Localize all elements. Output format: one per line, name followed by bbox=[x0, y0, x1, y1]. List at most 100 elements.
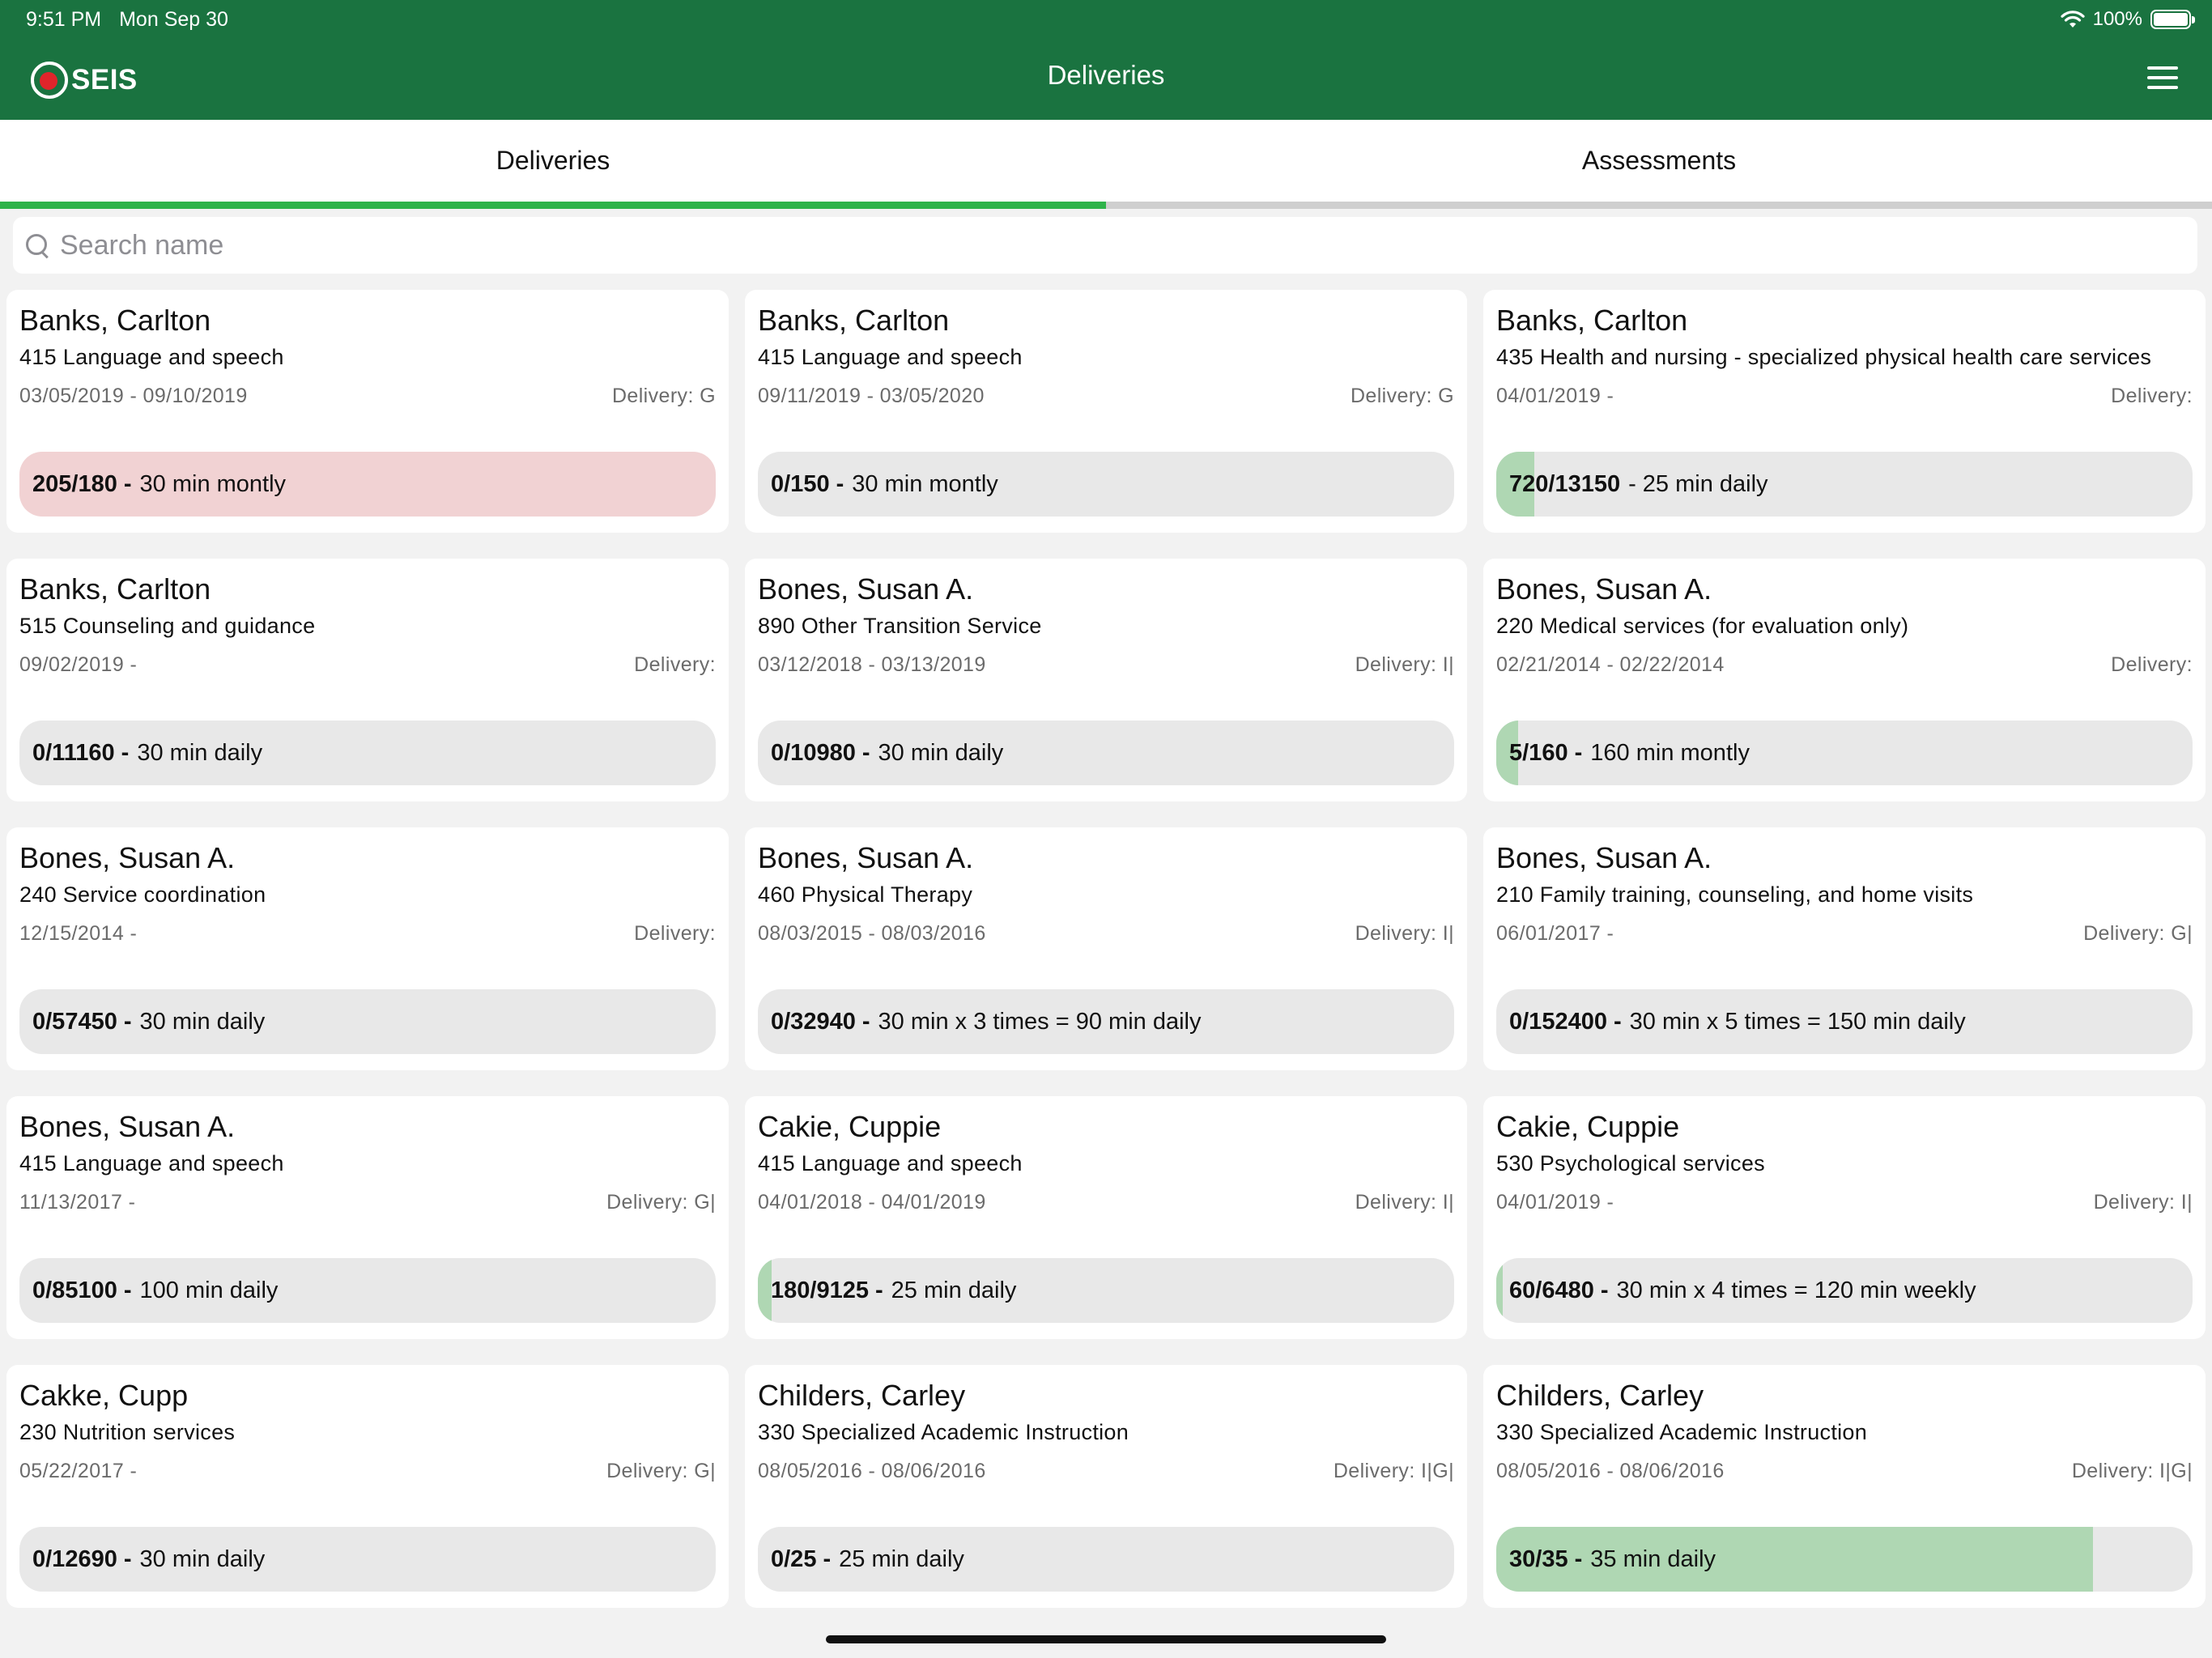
delivery-card[interactable]: Banks, Carlton 515 Counseling and guidan… bbox=[6, 559, 729, 801]
student-name: Bones, Susan A. bbox=[758, 841, 974, 874]
card-meta: 08/05/2016 - 08/06/2016 Delivery: I|G| bbox=[1496, 1460, 2193, 1483]
date-range: 03/05/2019 - 09/10/2019 bbox=[19, 384, 248, 407]
status-time: 9:51 PM bbox=[26, 7, 102, 31]
student-name: Cakke, Cupp bbox=[19, 1379, 189, 1412]
delivery-card[interactable]: Banks, Carlton 415 Language and speech 0… bbox=[745, 290, 1467, 533]
service-name: 230 Nutrition services bbox=[19, 1419, 236, 1444]
student-name: Bones, Susan A. bbox=[19, 841, 236, 874]
progress-label: 205/180 - 30 min montly bbox=[32, 452, 286, 517]
date-range: 08/05/2016 - 08/06/2016 bbox=[758, 1459, 986, 1482]
delivery-card[interactable]: Bones, Susan A. 220 Medical services (fo… bbox=[1483, 559, 2206, 801]
tab-deliveries[interactable]: Deliveries bbox=[0, 120, 1106, 209]
card-meta: 05/22/2017 - Delivery: G| bbox=[19, 1460, 716, 1483]
delivery-card[interactable]: Banks, Carlton 435 Health and nursing - … bbox=[1483, 290, 2206, 533]
progress-bar: 720/13150 - 25 min daily bbox=[1496, 452, 2193, 517]
card-meta: 02/21/2014 - 02/22/2014 Delivery: bbox=[1496, 653, 2193, 677]
student-name: Bones, Susan A. bbox=[1496, 841, 1712, 874]
delivery-type: Delivery: I|G| bbox=[1333, 1459, 1454, 1482]
minutes-frequency: 100 min daily bbox=[139, 1277, 279, 1303]
delivery-card[interactable]: Childers, Carley 330 Specialized Academi… bbox=[1483, 1365, 2206, 1608]
delivery-card[interactable]: Bones, Susan A. 210 Family training, cou… bbox=[1483, 827, 2206, 1070]
wifi-icon bbox=[2061, 11, 2085, 28]
delivery-type: Delivery: G bbox=[611, 384, 716, 407]
service-name: 435 Health and nursing - specialized phy… bbox=[1496, 344, 2152, 369]
date-range: 06/01/2017 - bbox=[1496, 921, 1614, 945]
battery-icon bbox=[2150, 10, 2195, 29]
date-range: 04/01/2019 - bbox=[1496, 1190, 1614, 1214]
date-range: 04/01/2019 - bbox=[1496, 384, 1614, 407]
status-bar-left: 9:51 PM Mon Sep 30 bbox=[26, 8, 228, 31]
app-header: 9:51 PM Mon Sep 30 100% SEIS Deliveries bbox=[0, 0, 2212, 120]
card-meta: 04/01/2019 - Delivery: I| bbox=[1496, 1191, 2193, 1214]
progress-bar: 5/160 - 160 min montly bbox=[1496, 721, 2193, 785]
search-input[interactable] bbox=[60, 229, 2165, 261]
delivery-card[interactable]: Bones, Susan A. 240 Service coordination… bbox=[6, 827, 729, 1070]
minutes-frequency: 30 min montly bbox=[852, 470, 998, 497]
card-meta: 09/02/2019 - Delivery: bbox=[19, 653, 716, 677]
progress-bar: 60/6480 - 30 min x 4 times = 120 min wee… bbox=[1496, 1258, 2193, 1323]
minutes-count: 0/10980 - bbox=[771, 739, 870, 766]
delivery-card[interactable]: Bones, Susan A. 890 Other Transition Ser… bbox=[745, 559, 1467, 801]
search-bar bbox=[13, 217, 2197, 274]
card-meta: 12/15/2014 - Delivery: bbox=[19, 922, 716, 946]
progress-bar: 180/9125 - 25 min daily bbox=[758, 1258, 1454, 1323]
minutes-frequency: 25 min daily bbox=[839, 1545, 964, 1572]
minutes-frequency: 25 min daily bbox=[891, 1277, 1017, 1303]
delivery-card[interactable]: Cakie, Cuppie 415 Language and speech 04… bbox=[745, 1096, 1467, 1339]
delivery-type: Delivery: I|G| bbox=[2071, 1459, 2193, 1482]
progress-label: 0/10980 - 30 min daily bbox=[771, 721, 1003, 785]
minutes-count: 5/160 - bbox=[1509, 739, 1583, 766]
deliveries-grid: Banks, Carlton 415 Language and speech 0… bbox=[6, 290, 2206, 1608]
delivery-type: Delivery: bbox=[2111, 653, 2193, 676]
service-name: 415 Language and speech bbox=[19, 344, 284, 369]
service-name: 515 Counseling and guidance bbox=[19, 613, 316, 638]
status-date: Mon Sep 30 bbox=[119, 7, 228, 31]
student-name: Childers, Carley bbox=[758, 1379, 966, 1412]
minutes-frequency: 30 min daily bbox=[139, 1008, 266, 1035]
progress-label: 60/6480 - 30 min x 4 times = 120 min wee… bbox=[1509, 1258, 1976, 1323]
minutes-count: 720/13150 bbox=[1509, 470, 1621, 497]
delivery-card[interactable]: Bones, Susan A. 460 Physical Therapy 08/… bbox=[745, 827, 1467, 1070]
minutes-count: 0/85100 - bbox=[32, 1277, 132, 1303]
delivery-card[interactable]: Childers, Carley 330 Specialized Academi… bbox=[745, 1365, 1467, 1608]
tab-bar: Deliveries Assessments bbox=[0, 120, 2212, 209]
minutes-count: 0/11160 - bbox=[32, 739, 130, 766]
status-bar-right: 100% bbox=[2061, 6, 2195, 32]
progress-bar: 0/57450 - 30 min daily bbox=[19, 989, 716, 1054]
card-meta: 03/05/2019 - 09/10/2019 Delivery: G bbox=[19, 385, 716, 408]
progress-bar: 0/152400 - 30 min x 5 times = 150 min da… bbox=[1496, 989, 2193, 1054]
delivery-type: Delivery: G bbox=[1350, 384, 1454, 407]
progress-label: 30/35 - 35 min daily bbox=[1509, 1527, 1716, 1592]
progress-label: 0/12690 - 30 min daily bbox=[32, 1527, 265, 1592]
minutes-count: 30/35 - bbox=[1509, 1545, 1583, 1572]
delivery-type: Delivery: G| bbox=[606, 1459, 716, 1482]
delivery-type: Delivery: G| bbox=[2083, 921, 2193, 945]
progress-label: 0/85100 - 100 min daily bbox=[32, 1258, 278, 1323]
card-meta: 04/01/2018 - 04/01/2019 Delivery: I| bbox=[758, 1191, 1454, 1214]
minutes-count: 0/150 - bbox=[771, 470, 844, 497]
delivery-type: Delivery: I| bbox=[1355, 653, 1454, 676]
progress-label: 5/160 - 160 min montly bbox=[1509, 721, 1750, 785]
minutes-frequency: 30 min montly bbox=[139, 470, 287, 497]
minutes-frequency: 30 min daily bbox=[137, 739, 263, 766]
tab-assessments[interactable]: Assessments bbox=[1106, 120, 2212, 209]
minutes-count: 60/6480 - bbox=[1509, 1277, 1609, 1303]
delivery-card[interactable]: Bones, Susan A. 415 Language and speech … bbox=[6, 1096, 729, 1339]
delivery-card[interactable]: Banks, Carlton 415 Language and speech 0… bbox=[6, 290, 729, 533]
service-name: 330 Specialized Academic Instruction bbox=[758, 1419, 1129, 1444]
student-name: Banks, Carlton bbox=[19, 572, 211, 606]
progress-label: 0/57450 - 30 min daily bbox=[32, 989, 265, 1054]
hamburger-menu-icon[interactable] bbox=[2147, 66, 2178, 89]
delivery-type: Delivery: G| bbox=[606, 1190, 716, 1214]
student-name: Childers, Carley bbox=[1496, 1379, 1704, 1412]
minutes-frequency: 30 min daily bbox=[139, 1545, 266, 1572]
delivery-card[interactable]: Cakie, Cuppie 530 Psychological services… bbox=[1483, 1096, 2206, 1339]
date-range: 08/05/2016 - 08/06/2016 bbox=[1496, 1459, 1725, 1482]
date-range: 05/22/2017 - bbox=[19, 1459, 138, 1482]
card-meta: 03/12/2018 - 03/13/2019 Delivery: I| bbox=[758, 653, 1454, 677]
delivery-card[interactable]: Cakke, Cupp 230 Nutrition services 05/22… bbox=[6, 1365, 729, 1608]
minutes-frequency: 30 min daily bbox=[878, 739, 1004, 766]
minutes-count: 0/25 - bbox=[771, 1545, 832, 1572]
tab-indicator bbox=[0, 202, 1106, 209]
delivery-type: Delivery: I| bbox=[1355, 1190, 1454, 1214]
